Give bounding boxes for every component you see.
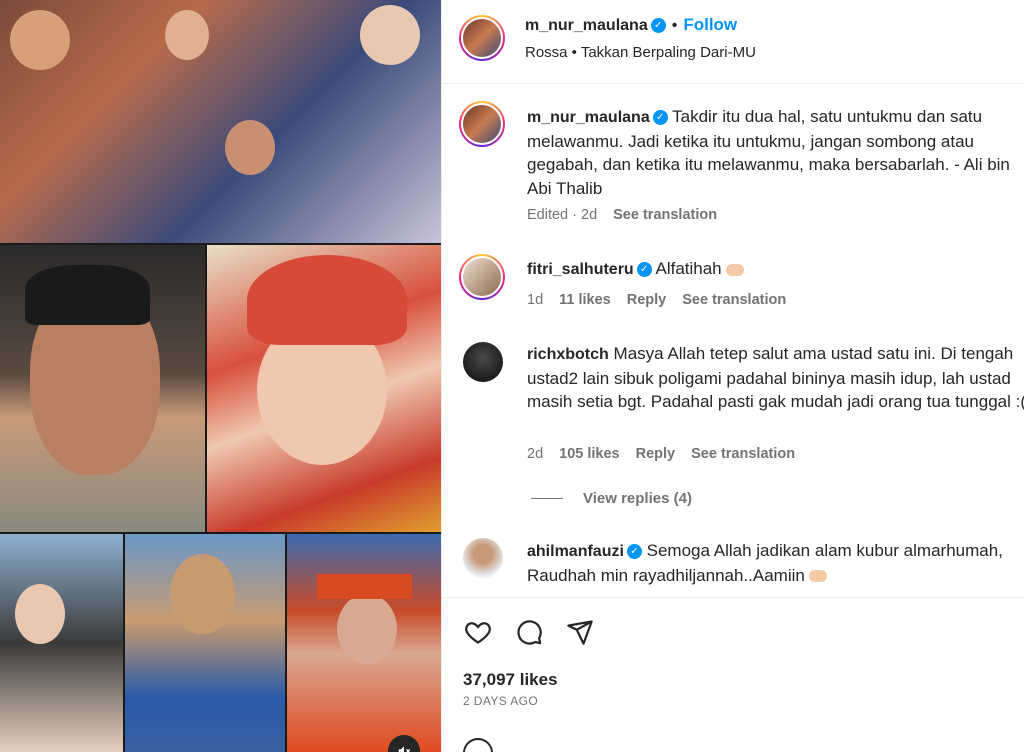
likes-count[interactable]: 37,097 likes: [463, 670, 558, 690]
photo-girl-graduation: [287, 534, 441, 752]
comment-likes[interactable]: 11 likes: [559, 292, 611, 308]
photo-family-graduation: [0, 0, 441, 243]
header-name-line: m_nur_maulana ✓ • Follow: [525, 15, 737, 35]
avatar[interactable]: [459, 15, 505, 61]
comment-item: richxbotch Masya Allah tetep salut ama u…: [527, 342, 1024, 414]
verified-badge-icon: ✓: [626, 544, 642, 560]
photo-man-portrait: [0, 245, 205, 532]
verified-badge-icon: ✓: [652, 110, 668, 126]
heart-icon[interactable]: [462, 616, 494, 648]
post-timestamp: 2 DAYS AGO: [463, 694, 539, 708]
verified-badge-icon: ✓: [636, 262, 652, 278]
caption-avatar[interactable]: [459, 101, 505, 147]
praying-hands-icon: [725, 263, 744, 276]
reply-button[interactable]: Reply: [636, 446, 676, 462]
photo-boy: [125, 534, 285, 752]
comment-likes[interactable]: 105 likes: [559, 446, 619, 462]
caption: m_nur_maulana ✓ Takdir itu dua hal, satu …: [527, 105, 1024, 200]
follow-button[interactable]: Follow: [683, 15, 737, 34]
comment-icon[interactable]: [513, 616, 545, 648]
caption-username[interactable]: m_nur_maulana: [527, 109, 650, 126]
photo-woman-portrait: [207, 245, 441, 532]
comment-username[interactable]: fitri_salhuteru: [527, 261, 634, 278]
view-replies-label: View replies (4): [583, 490, 692, 507]
comment-time: 1d: [527, 292, 544, 308]
photo-mother-child: [0, 534, 123, 752]
praying-hands-icon: [808, 570, 827, 583]
post-actions: 37,097 likes 2 DAYS AGO: [442, 597, 1024, 752]
comment-avatar[interactable]: [459, 254, 505, 300]
audio-track[interactable]: Rossa • Takkan Berpaling Dari-MU: [525, 44, 756, 61]
post-header: m_nur_maulana ✓ • Follow Rossa • Takkan Ber…: [442, 0, 1024, 84]
emoji-icon[interactable]: [463, 738, 493, 752]
see-translation-link[interactable]: See translation: [682, 292, 786, 308]
comment-text: Alfatihah: [655, 259, 722, 278]
comment-meta: 2d 105 likes Reply See translation: [527, 446, 811, 462]
replies-divider: [531, 498, 563, 499]
post-panel: m_nur_maulana ✓ • Follow Rossa • Takkan Ber…: [441, 0, 1024, 752]
verified-badge-icon: ✓: [650, 18, 666, 34]
caption-meta: Edited · 2d See translation: [527, 207, 733, 223]
comment-username[interactable]: ahilmanfauzi: [527, 543, 624, 560]
comment-avatar[interactable]: [463, 538, 503, 578]
caption-edited: Edited · 2d: [527, 207, 598, 223]
header-username[interactable]: m_nur_maulana: [525, 17, 648, 34]
separator-dot: •: [671, 17, 678, 34]
comment-item: ahilmanfauzi ✓ Semoga Allah jadikan alam …: [527, 539, 1024, 587]
view-replies-button[interactable]: View replies (4): [531, 490, 692, 507]
see-translation-link[interactable]: See translation: [691, 446, 795, 462]
see-translation-link[interactable]: See translation: [613, 207, 717, 223]
comment-time: 2d: [527, 446, 544, 462]
comment-item: fitri_salhuteru ✓ Alfatihah: [527, 257, 1024, 282]
share-icon[interactable]: [564, 616, 596, 648]
reply-button[interactable]: Reply: [627, 292, 667, 308]
comment-meta: 1d 11 likes Reply See translation: [527, 292, 802, 308]
comment-avatar[interactable]: [463, 342, 503, 382]
comment-username[interactable]: richxbotch: [527, 346, 609, 363]
post-media[interactable]: [0, 0, 441, 752]
